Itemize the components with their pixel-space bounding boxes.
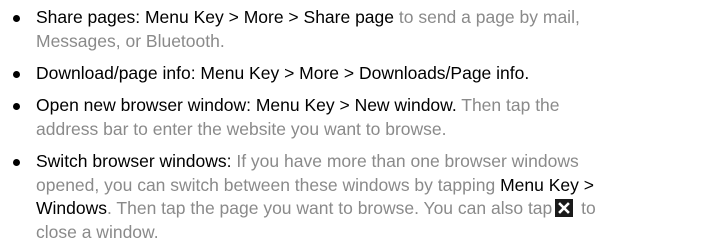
- plain-span: If you have more than one browser window…: [231, 151, 579, 171]
- plain-span: Then tap the: [456, 95, 560, 115]
- text-line: Switch browser windows: If you have more…: [36, 150, 700, 174]
- plain-span: . Then tap the page you want to browse. …: [107, 198, 553, 218]
- text-line: opened, you can switch between these win…: [36, 174, 700, 198]
- bold-span: Switch browser windows:: [36, 151, 232, 171]
- text-line: Messages, or Bluetooth.: [36, 30, 700, 54]
- plain-span: close a window.: [36, 221, 159, 242]
- list-item-text: Share pages: Menu Key > More > Share pag…: [36, 6, 700, 53]
- bullet-dot: [13, 71, 20, 78]
- list-item-text: Open new browser window: Menu Key > New …: [36, 94, 700, 141]
- bullet-dot: [13, 159, 20, 166]
- text-line: Share pages: Menu Key > More > Share pag…: [36, 6, 700, 30]
- plain-span: opened, you can switch between these win…: [36, 174, 501, 195]
- bold-span: Share pages: Menu Key > More > Share pag…: [36, 7, 395, 27]
- bold-span: Open new browser window: Menu Key > New …: [36, 95, 457, 115]
- text-line: Windows. Then tap the page you want to b…: [36, 197, 700, 221]
- bold-span: Menu Key >: [500, 174, 594, 195]
- bold-span: Download/page info: Menu Key > More > Do…: [36, 63, 530, 83]
- text-line: Download/page info: Menu Key > More > Do…: [36, 62, 700, 86]
- text-line: close a window.: [36, 221, 700, 245]
- bullet-dot: [13, 103, 20, 110]
- bold-span: Windows: [36, 198, 107, 218]
- list-item-text: Switch browser windows: If you have more…: [36, 150, 700, 244]
- list-item-text: Download/page info: Menu Key > More > Do…: [36, 62, 700, 86]
- bullet-dot: [13, 15, 20, 22]
- plain-span: to send a page by mail,: [394, 7, 580, 27]
- document-page: Share pages: Menu Key > More > Share pag…: [0, 0, 706, 247]
- plain-span: Messages, or Bluetooth.: [36, 30, 225, 51]
- text-line: address bar to enter the website you wan…: [36, 118, 700, 142]
- plain-span: address bar to enter the website you wan…: [36, 118, 447, 139]
- plain-span: to: [576, 198, 596, 218]
- text-line: Open new browser window: Menu Key > New …: [36, 94, 700, 118]
- close-icon: [555, 199, 574, 217]
